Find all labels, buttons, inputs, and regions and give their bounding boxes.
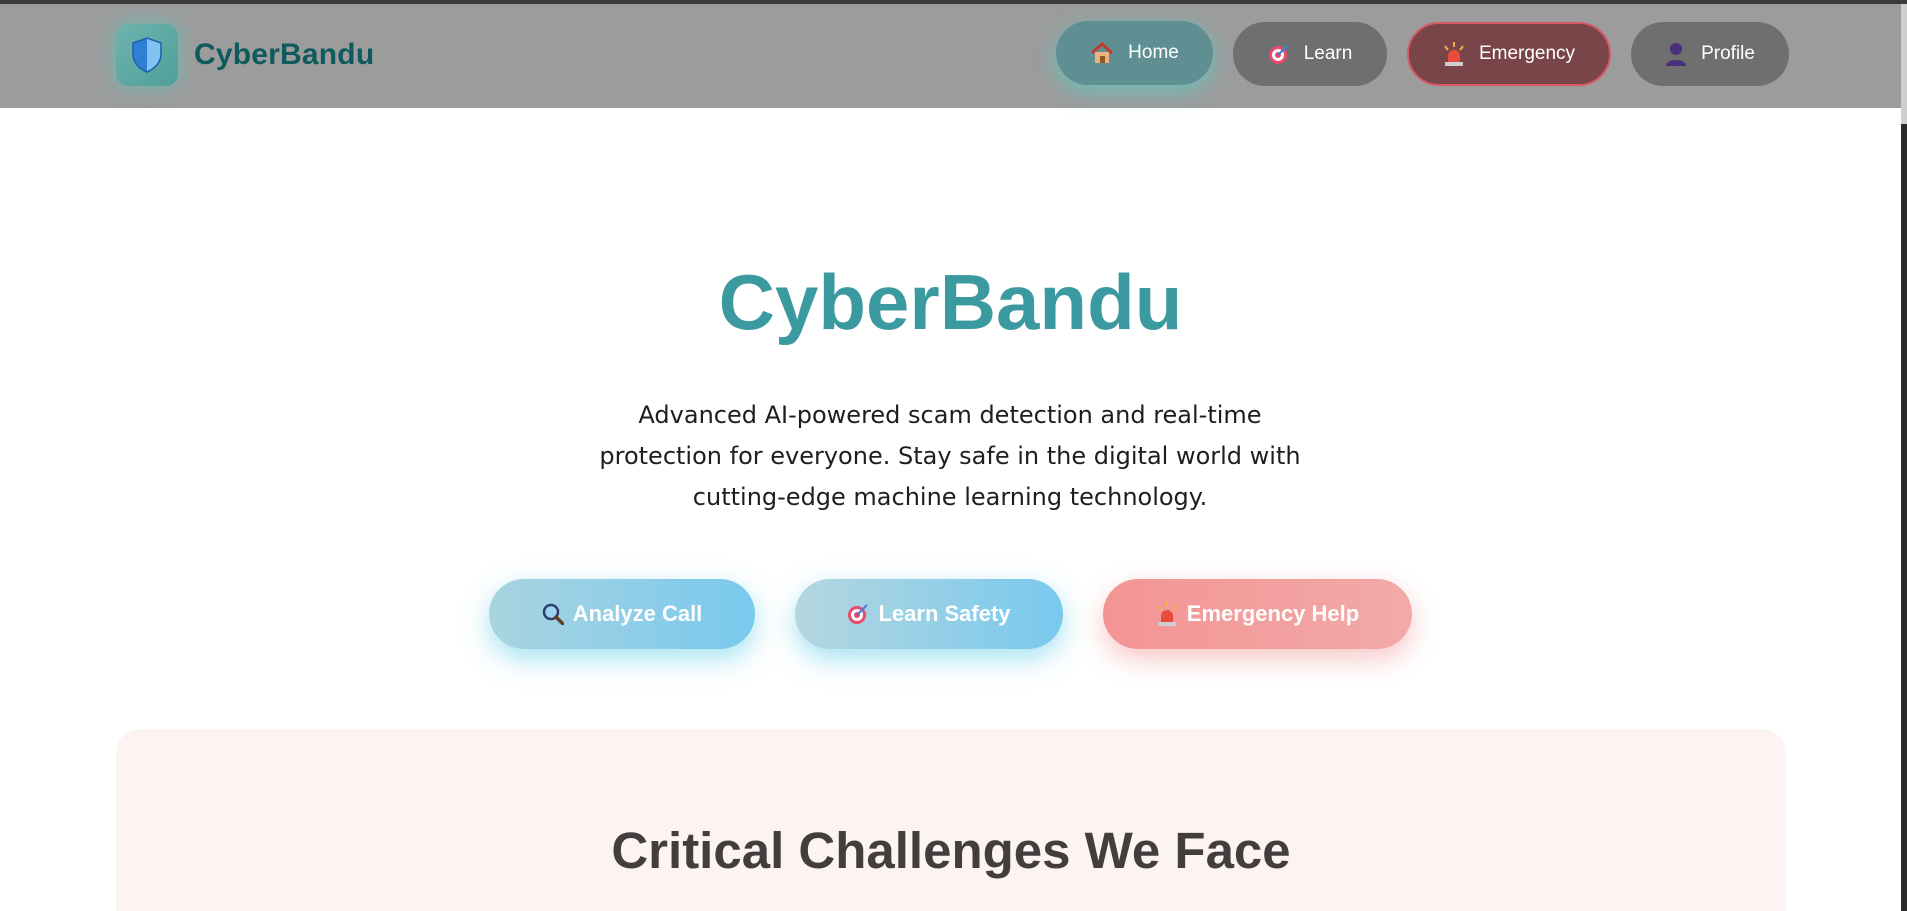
- nav-home-button[interactable]: Home: [1056, 21, 1213, 85]
- nav-profile-label: Profile: [1701, 43, 1755, 64]
- learn-safety-label: Learn Safety: [878, 601, 1011, 626]
- hero-title: CyberBandu: [718, 258, 1183, 346]
- learn-safety-button[interactable]: Learn Safety: [795, 579, 1063, 649]
- scrollbar-thumb[interactable]: [1901, 4, 1907, 124]
- emergency-help-label: Emergency Help: [1186, 601, 1360, 626]
- page: CyberBandu Home Learn Emergency Profile …: [0, 0, 1907, 911]
- challenges-title: Critical Challenges We Face: [611, 822, 1291, 879]
- house-icon: [1090, 42, 1114, 64]
- target-icon: [847, 603, 869, 625]
- nav-learn-label: Learn: [1303, 43, 1353, 64]
- user-icon: [1665, 42, 1687, 66]
- main-nav: Home Learn Emergency Profile: [1056, 21, 1789, 86]
- emergency-help-button[interactable]: Emergency Help: [1103, 579, 1412, 649]
- hero-subtitle-line: cutting-edge machine learning technology…: [692, 483, 1208, 511]
- brand[interactable]: CyberBandu: [116, 24, 374, 86]
- nav-emergency-label: Emergency: [1478, 43, 1576, 64]
- hero-subtitle: Advanced AI-powered scam detection and r…: [580, 395, 1320, 518]
- shield-icon: [116, 24, 178, 86]
- siren-icon: [1156, 602, 1178, 626]
- nav-learn-button[interactable]: Learn: [1233, 22, 1387, 86]
- nav-emergency-button[interactable]: Emergency: [1407, 22, 1611, 86]
- hero-subtitle-line: protection for everyone. Stay safe in th…: [599, 442, 1301, 470]
- siren-icon: [1443, 42, 1465, 66]
- analyze-call-label: Analyze Call: [572, 601, 703, 626]
- magnifier-icon: [542, 603, 564, 625]
- analyze-call-button[interactable]: Analyze Call: [489, 579, 755, 649]
- target-icon: [1268, 43, 1290, 65]
- hero-subtitle-line: Advanced AI-powered scam detection and r…: [638, 401, 1262, 429]
- challenges-section: Critical Challenges We Face: [116, 729, 1786, 911]
- nav-home-label: Home: [1128, 42, 1179, 63]
- nav-profile-button[interactable]: Profile: [1631, 22, 1789, 86]
- brand-name: CyberBandu: [194, 38, 375, 71]
- scrollbar-track[interactable]: [1901, 4, 1907, 911]
- navbar: CyberBandu Home Learn Emergency Profile: [0, 4, 1901, 108]
